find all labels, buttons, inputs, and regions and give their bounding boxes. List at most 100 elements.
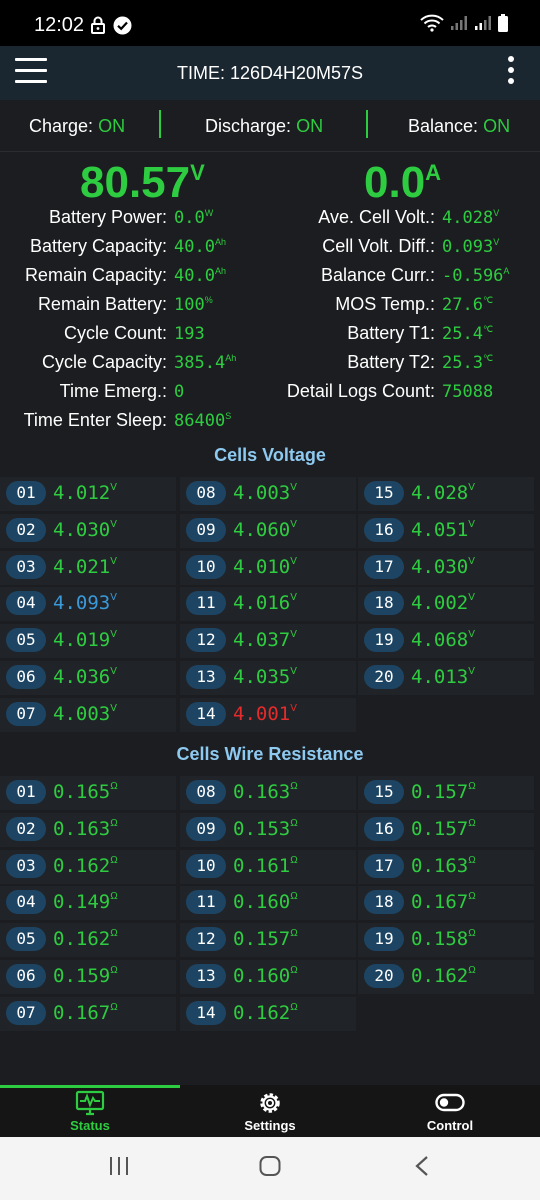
cell-item: 10 0.161Ω (180, 849, 356, 884)
signal-icon (451, 16, 467, 30)
cell-item: 02 4.030V (0, 513, 176, 548)
cell-item: 03 0.162Ω (0, 849, 176, 884)
tab-status[interactable]: Status (0, 1085, 180, 1137)
cell-number-badge: 15 (364, 481, 404, 505)
cell-item: 10 4.010V (180, 550, 356, 585)
discharge-state: ON (296, 116, 324, 136)
recent-apps-icon[interactable] (108, 1155, 130, 1177)
cell-item: 05 4.019V (0, 624, 176, 659)
unit-label: V (290, 702, 297, 714)
cell-number-badge: 18 (364, 890, 404, 915)
cell-number-badge: 08 (186, 780, 226, 804)
unit-label: V (468, 629, 475, 641)
cell-item: 13 4.035V (180, 661, 356, 695)
clock: 12:02 (34, 14, 85, 36)
cell-item: 07 4.003V (0, 697, 176, 732)
info-label: Cell Volt. Diff.: (322, 236, 435, 256)
tab-settings-label: Settings (244, 1118, 296, 1133)
cell-item: 01 4.012V (0, 477, 176, 511)
unit-label: V (468, 555, 475, 567)
home-icon[interactable] (258, 1155, 282, 1177)
cell-item: 04 0.149Ω (0, 886, 176, 921)
info-value: 75088 (442, 382, 494, 402)
cell-value: 0.167Ω (53, 1001, 118, 1024)
cell-value: 4.019V (53, 629, 117, 652)
unit-label: Ω (110, 891, 118, 903)
cell-value: 0.158Ω (411, 928, 476, 951)
info-label: Detail Logs Count: (286, 381, 435, 401)
info-label: MOS Temp.: (335, 294, 435, 314)
info-value: 25.3℃ (442, 353, 494, 373)
charge-status[interactable]: Charge: ON (29, 116, 125, 137)
cell-number-badge: 02 (6, 816, 46, 841)
info-row: Cell Volt. Diff.: 0.093V (0, 236, 540, 265)
unit-label: Ω (468, 891, 476, 903)
unit-label: Ω (110, 817, 118, 829)
cell-value: 4.051V (411, 518, 475, 541)
cell-item: 11 0.160Ω (180, 886, 356, 921)
unit-label: Ω (290, 817, 298, 829)
info-row: Detail Logs Count: 75088 (0, 381, 540, 410)
cells-voltage-title: Cells Voltage (214, 445, 326, 465)
cell-number-badge: 03 (6, 853, 46, 878)
cell-item: 01 0.165Ω (0, 776, 176, 810)
back-icon[interactable] (412, 1155, 432, 1177)
unit-label: ℃ (482, 353, 494, 363)
cell-number-badge: 12 (186, 628, 226, 653)
unit-label: V (290, 592, 297, 604)
cell-number-badge: 05 (6, 927, 46, 952)
cell-value: 4.010V (233, 555, 297, 578)
cell-value: 0.149Ω (53, 891, 118, 914)
unit-label: V (493, 208, 500, 218)
cell-number-badge: 13 (186, 665, 226, 689)
balance-status[interactable]: Balance: ON (408, 116, 510, 137)
discharge-status[interactable]: Discharge: ON (205, 116, 323, 137)
cell-value: 4.003V (233, 482, 297, 504)
cell-value: 0.160Ω (233, 965, 298, 987)
more-vertical-icon[interactable] (506, 56, 516, 90)
system-navigation-bar (0, 1137, 540, 1200)
cell-value: 4.030V (411, 555, 475, 578)
cell-value: 4.016V (233, 592, 297, 615)
lock-icon (91, 16, 105, 34)
page-title: TIME: 126D4H20M57S (176, 63, 364, 83)
info-label: Time Enter Sleep: (23, 410, 167, 430)
cell-item: 04 4.093V (0, 587, 176, 622)
divider (366, 110, 368, 138)
unit-label: Ω (110, 781, 118, 792)
cell-value: 4.002V (411, 592, 475, 615)
unit-label: Ω (468, 928, 476, 940)
cell-item: 11 4.016V (180, 587, 356, 622)
tab-control[interactable]: Control (360, 1085, 540, 1137)
cell-number-badge: 13 (186, 964, 226, 988)
cell-number-badge: 16 (364, 517, 404, 542)
cell-item: 14 0.162Ω (180, 996, 356, 1031)
cell-item: 07 0.167Ω (0, 996, 176, 1031)
info-label: Ave. Cell Volt.: (318, 207, 435, 227)
unit-label: V (110, 555, 117, 567)
cell-value: 0.162Ω (233, 1001, 298, 1024)
cell-number-badge: 11 (186, 890, 226, 915)
cell-number-badge: 19 (364, 927, 404, 952)
cell-number-badge: 12 (186, 927, 226, 952)
cell-value: 4.093V (53, 592, 117, 615)
unit-label: Ω (468, 781, 476, 792)
cell-value: 0.163Ω (53, 817, 118, 840)
cell-number-badge: 10 (186, 853, 226, 878)
signal-roaming-icon (475, 16, 491, 30)
cell-item: 20 0.162Ω (358, 960, 534, 994)
cell-item: 09 0.153Ω (180, 812, 356, 847)
info-label: Battery T2: (347, 352, 435, 372)
cell-value: 4.068V (411, 629, 475, 652)
unit-label: V (290, 518, 297, 530)
cell-number-badge: 02 (6, 517, 46, 542)
cell-value: 4.037V (233, 629, 297, 652)
check-circle-icon (113, 16, 132, 35)
info-label: Balance Curr.: (320, 265, 435, 285)
balance-state: ON (483, 116, 511, 136)
info-value: -0.596A (442, 266, 510, 286)
cell-value: 4.021V (53, 555, 117, 578)
cell-item: 18 0.167Ω (358, 886, 534, 921)
battery-icon (498, 14, 508, 32)
tab-settings[interactable]: Settings (180, 1085, 360, 1137)
